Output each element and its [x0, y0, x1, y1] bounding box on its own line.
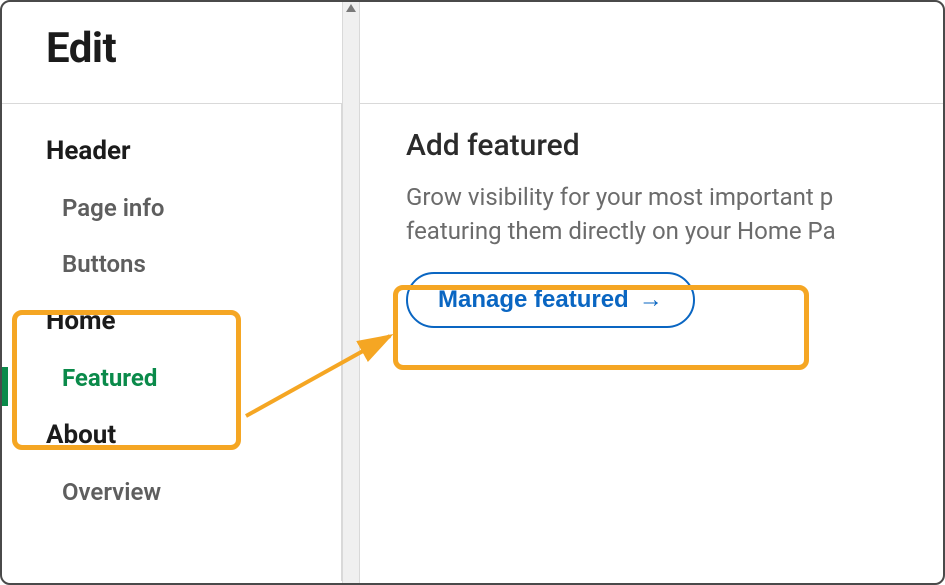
arrow-right-icon: →	[639, 288, 663, 312]
scroll-up-icon[interactable]	[346, 4, 356, 12]
dialog-titlebar: Edit	[2, 2, 943, 103]
sidebar-item-overview[interactable]: Overview	[2, 464, 341, 520]
sidebar-section-home[interactable]: Home	[2, 292, 341, 350]
sidebar-section-about[interactable]: About	[2, 406, 341, 464]
sidebar-item-buttons[interactable]: Buttons	[2, 236, 341, 292]
sidebar-item-page-info[interactable]: Page info	[2, 180, 341, 236]
panel-heading: Add featured	[406, 128, 943, 163]
panel-description-line2: featuring them directly on your Home Pa	[406, 217, 836, 245]
edit-dialog: Edit Header Page info Buttons Home Featu…	[0, 0, 945, 585]
sidebar-nav: Header Page info Buttons Home Featured A…	[2, 104, 342, 581]
sidebar-section-header[interactable]: Header	[2, 122, 341, 180]
sidebar-scrollbar[interactable]	[342, 2, 360, 583]
panel-description-line1: Grow visibility for your most important …	[406, 183, 833, 211]
panel-description: Grow visibility for your most important …	[406, 181, 943, 248]
dialog-title: Edit	[46, 24, 899, 73]
manage-featured-button[interactable]: Manage featured →	[406, 272, 695, 328]
main-panel: Add featured Grow visibility for your mo…	[360, 104, 943, 581]
dialog-body: Header Page info Buttons Home Featured A…	[2, 104, 943, 581]
manage-featured-label: Manage featured	[438, 286, 629, 314]
sidebar-item-featured[interactable]: Featured	[2, 350, 341, 406]
